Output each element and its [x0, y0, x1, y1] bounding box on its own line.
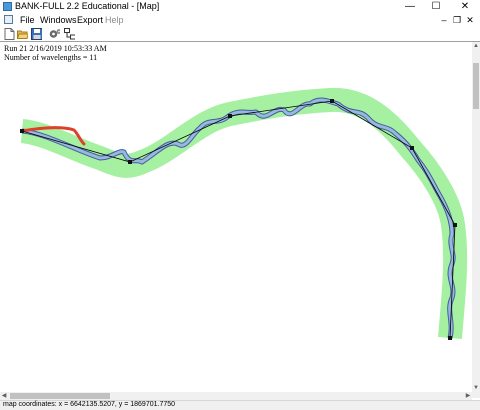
settings-gears-icon[interactable] [49, 28, 60, 40]
centerline-vertex-1 [20, 129, 24, 133]
centerline-vertex-3 [228, 114, 232, 118]
centerline-vertex-2 [128, 160, 132, 164]
centerline-vertex-6 [453, 223, 457, 227]
centerline-vertex-4 [330, 99, 334, 103]
document-icon[interactable] [4, 15, 13, 24]
scroll-up-arrow-icon[interactable]: ▲ [472, 42, 480, 50]
child-minimize-button[interactable]: – [438, 14, 450, 26]
horizontal-scroll-thumb[interactable] [10, 393, 110, 399]
run-info: Run 21 2/16/2019 10:53:33 AM [4, 44, 107, 53]
child-close-button[interactable]: ✕ [464, 14, 476, 26]
app-icon [3, 2, 12, 11]
menu-help[interactable]: Help [105, 14, 124, 26]
scroll-down-arrow-icon[interactable]: ▼ [472, 384, 480, 392]
scroll-right-arrow-icon[interactable]: ▶ [464, 392, 472, 400]
save-disk-icon[interactable] [31, 28, 42, 40]
minimize-button[interactable]: — [397, 0, 423, 13]
menu-file[interactable]: File [20, 14, 35, 26]
centerline-vertex-5 [410, 146, 414, 150]
child-restore-button[interactable]: ❐ [451, 14, 463, 26]
close-button[interactable]: ✕ [452, 0, 478, 13]
menu-windows[interactable]: Windows [40, 14, 77, 26]
map-canvas[interactable] [0, 42, 472, 392]
maximize-button[interactable]: ☐ [423, 0, 449, 13]
centerline-vertex-7 [448, 336, 452, 340]
network-map-icon[interactable] [64, 28, 75, 40]
menu-export[interactable]: Export [77, 14, 103, 26]
window-title: BANK-FULL 2.2 Educational - [Map] [15, 1, 160, 11]
wavelength-info: Number of wavelengths = 11 [4, 53, 98, 62]
scroll-left-arrow-icon[interactable]: ◀ [0, 392, 8, 400]
new-document-icon[interactable] [4, 28, 15, 40]
map-coordinates: map coordinates: x = 6642135.5207, y = 1… [3, 401, 176, 408]
vertical-scroll-thumb[interactable] [473, 63, 479, 109]
open-folder-icon[interactable] [17, 28, 28, 40]
